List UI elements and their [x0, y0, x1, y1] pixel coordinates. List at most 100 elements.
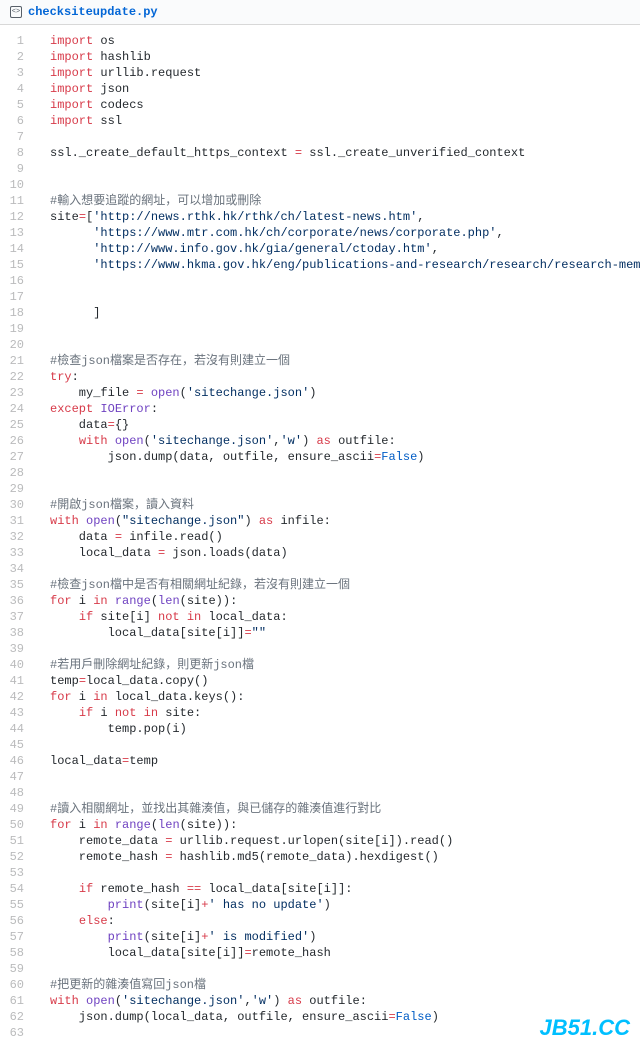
line-number: 48 — [0, 785, 30, 801]
code-line: #開啟json檔案，讀入資料 — [40, 497, 640, 513]
code-line: if i not in site: — [40, 705, 640, 721]
code-line: #輸入想要追蹤的網址，可以增加或刪除 — [40, 193, 640, 209]
line-number: 31 — [0, 513, 30, 529]
line-number: 54 — [0, 881, 30, 897]
line-number: 34 — [0, 561, 30, 577]
line-number: 55 — [0, 897, 30, 913]
line-number: 28 — [0, 465, 30, 481]
line-number: 4 — [0, 81, 30, 97]
code-line: temp=local_data.copy() — [40, 673, 640, 689]
line-number: 7 — [0, 129, 30, 145]
code-line — [40, 785, 640, 801]
line-number: 1 — [0, 33, 30, 49]
code-line: with open('sitechange.json','w') as outf… — [40, 993, 640, 1009]
code-line — [40, 481, 640, 497]
line-number: 41 — [0, 673, 30, 689]
line-number: 6 — [0, 113, 30, 129]
code-line: import ssl — [40, 113, 640, 129]
code-line: #讀入相關網址，並找出其雜湊值，與已儲存的雜湊值進行對比 — [40, 801, 640, 817]
code-line — [40, 737, 640, 753]
code-line: my_file = open('sitechange.json') — [40, 385, 640, 401]
code-line: for i in range(len(site)): — [40, 593, 640, 609]
line-number: 21 — [0, 353, 30, 369]
code-line: #若用戶刪除網址紀錄，則更新json檔 — [40, 657, 640, 673]
code-line — [40, 641, 640, 657]
code-line: try: — [40, 369, 640, 385]
code-body: import osimport hashlibimport urllib.req… — [40, 25, 640, 1049]
code-line: print(site[i]+' is modified') — [40, 929, 640, 945]
code-line: for i in range(len(site)): — [40, 817, 640, 833]
code-line — [40, 465, 640, 481]
line-number: 59 — [0, 961, 30, 977]
line-number: 22 — [0, 369, 30, 385]
code-line: if site[i] not in local_data: — [40, 609, 640, 625]
line-number: 20 — [0, 337, 30, 353]
line-number: 63 — [0, 1025, 30, 1041]
line-number: 23 — [0, 385, 30, 401]
code-line: local_data=temp — [40, 753, 640, 769]
line-number: 51 — [0, 833, 30, 849]
code-line — [40, 161, 640, 177]
code-line: ] — [40, 305, 640, 321]
line-number: 36 — [0, 593, 30, 609]
line-number: 46 — [0, 753, 30, 769]
code-line — [40, 865, 640, 881]
line-number: 58 — [0, 945, 30, 961]
line-number: 16 — [0, 273, 30, 289]
line-number: 15 — [0, 257, 30, 273]
code-line — [40, 337, 640, 353]
line-number: 62 — [0, 1009, 30, 1025]
line-number: 12 — [0, 209, 30, 225]
code-line — [40, 769, 640, 785]
code-line — [40, 129, 640, 145]
code-line: import codecs — [40, 97, 640, 113]
line-number: 39 — [0, 641, 30, 657]
code-line: 'https://www.mtr.com.hk/ch/corporate/new… — [40, 225, 640, 241]
line-number: 24 — [0, 401, 30, 417]
line-number: 19 — [0, 321, 30, 337]
line-number: 10 — [0, 177, 30, 193]
code-line — [40, 289, 640, 305]
code-line: remote_data = urllib.request.urlopen(sit… — [40, 833, 640, 849]
line-number: 32 — [0, 529, 30, 545]
line-number: 29 — [0, 481, 30, 497]
code-line: import hashlib — [40, 49, 640, 65]
file-name[interactable]: checksiteupdate.py — [28, 5, 158, 19]
line-number: 11 — [0, 193, 30, 209]
line-number-gutter: 1234567891011121314151617181920212223242… — [0, 25, 40, 1049]
line-number: 2 — [0, 49, 30, 65]
line-number: 33 — [0, 545, 30, 561]
line-number: 8 — [0, 145, 30, 161]
line-number: 42 — [0, 689, 30, 705]
code-line: print(site[i]+' has no update') — [40, 897, 640, 913]
line-number: 25 — [0, 417, 30, 433]
line-number: 27 — [0, 449, 30, 465]
code-line: json.dump(data, outfile, ensure_ascii=Fa… — [40, 449, 640, 465]
code-line — [40, 321, 640, 337]
line-number: 44 — [0, 721, 30, 737]
line-number: 53 — [0, 865, 30, 881]
line-number: 56 — [0, 913, 30, 929]
line-number: 9 — [0, 161, 30, 177]
line-number: 47 — [0, 769, 30, 785]
line-number: 38 — [0, 625, 30, 641]
line-number: 61 — [0, 993, 30, 1009]
line-number: 18 — [0, 305, 30, 321]
code-line: for i in local_data.keys(): — [40, 689, 640, 705]
code-line: #把更新的雜湊值寫回json檔 — [40, 977, 640, 993]
code-line: else: — [40, 913, 640, 929]
code-line: ssl._create_default_https_context = ssl.… — [40, 145, 640, 161]
code-line — [40, 961, 640, 977]
code-line: with open("sitechange.json") as infile: — [40, 513, 640, 529]
code-line: 'http://www.info.gov.hk/gia/general/ctod… — [40, 241, 640, 257]
code-line: local_data = json.loads(data) — [40, 545, 640, 561]
code-line: remote_hash = hashlib.md5(remote_data).h… — [40, 849, 640, 865]
code-line: local_data[site[i]]=remote_hash — [40, 945, 640, 961]
code-line: data={} — [40, 417, 640, 433]
code-file-icon: <> — [10, 6, 22, 18]
line-number: 40 — [0, 657, 30, 673]
line-number: 45 — [0, 737, 30, 753]
line-number: 14 — [0, 241, 30, 257]
line-number: 30 — [0, 497, 30, 513]
code-line: #檢查json檔案是否存在，若沒有則建立一個 — [40, 353, 640, 369]
